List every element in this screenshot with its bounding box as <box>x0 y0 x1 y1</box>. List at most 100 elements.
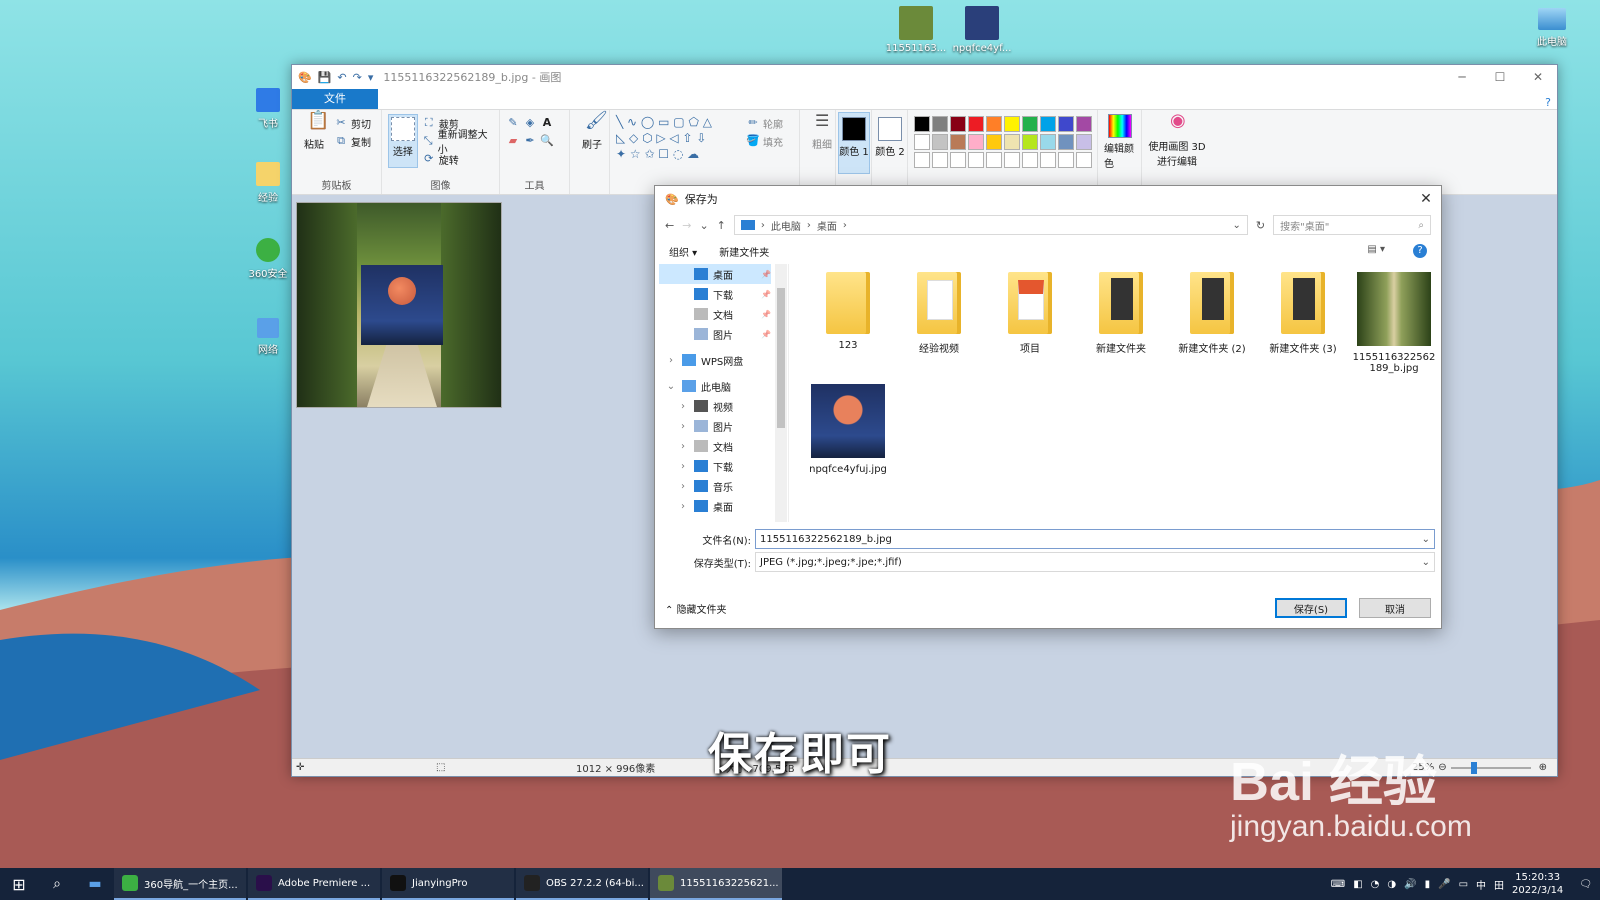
chevron-right-icon[interactable]: › <box>677 501 689 512</box>
palette-swatch[interactable] <box>1058 116 1074 132</box>
maximize-button[interactable]: ☐ <box>1481 70 1519 84</box>
magnifier-icon[interactable]: 🔍 <box>540 134 554 148</box>
file-item[interactable]: 项目 <box>987 272 1073 355</box>
color-picker-icon[interactable]: ✒ <box>523 134 537 148</box>
pin-icon[interactable]: 📌 <box>761 310 771 319</box>
tree-item[interactable]: 文档 📌 <box>659 304 771 324</box>
fill-button[interactable]: 🪣 填充 <box>746 132 783 150</box>
chevron-right-icon[interactable]: › <box>677 401 689 412</box>
minimize-button[interactable]: ─ <box>1443 70 1481 84</box>
keyboard-icon[interactable]: ⌨ <box>1331 879 1345 890</box>
forward-icon[interactable]: → <box>682 219 691 232</box>
palette-swatch[interactable] <box>950 152 966 168</box>
breadcrumb-this-pc[interactable]: 此电脑 <box>771 218 801 233</box>
canvas-image[interactable] <box>296 202 502 408</box>
color2-button[interactable]: 颜色 2 <box>872 110 908 194</box>
palette-swatch[interactable] <box>986 116 1002 132</box>
palette-swatch[interactable] <box>1004 134 1020 150</box>
palette-swatch[interactable] <box>1076 116 1092 132</box>
ime-indicator[interactable]: 中 <box>1476 877 1486 892</box>
file-item[interactable]: npqfce4yfuj.jpg <box>805 384 891 475</box>
palette-swatch[interactable] <box>1022 152 1038 168</box>
file-item[interactable]: 123 <box>805 272 891 351</box>
ime-mode-icon[interactable]: 田 <box>1494 877 1504 892</box>
palette-swatch[interactable] <box>1040 152 1056 168</box>
file-item[interactable]: 1155116322562189_b.jpg <box>1351 272 1437 374</box>
new-folder-button[interactable]: 新建文件夹 <box>719 244 769 259</box>
taskbar-app[interactable]: OBS 27.2.2 (64-bi... <box>516 868 648 900</box>
search-icon[interactable]: ⌕ <box>38 876 76 892</box>
organize-button[interactable]: 组织 ▾ <box>669 244 697 259</box>
tree-item[interactable]: ⌄ 此电脑 <box>659 376 771 396</box>
palette-swatch[interactable] <box>968 116 984 132</box>
up-icon[interactable]: ↑ <box>717 219 726 232</box>
hide-folders-toggle[interactable]: ⌃ 隐藏文件夹 <box>665 601 727 616</box>
chevron-right-icon[interactable]: › <box>677 441 689 452</box>
copy-button[interactable]: ⧉ 复制 <box>334 132 371 150</box>
save-button[interactable]: 保存(S) <box>1275 598 1347 618</box>
brush-button[interactable]: 🖌 刷子 <box>570 110 610 194</box>
clock[interactable]: 15:20:33 2022/3/14 <box>1512 871 1563 897</box>
tree-item[interactable]: › 图片 <box>659 416 771 436</box>
tree-item[interactable]: › 视频 <box>659 396 771 416</box>
eraser-icon[interactable]: ▰ <box>506 134 520 148</box>
network-tray-icon[interactable]: ◔ <box>1371 879 1380 890</box>
taskbar-app[interactable]: 11551163225621... <box>650 868 782 900</box>
palette-swatch[interactable] <box>986 134 1002 150</box>
palette-swatch[interactable] <box>1022 116 1038 132</box>
palette-swatch[interactable] <box>968 152 984 168</box>
undo-icon[interactable]: ↶ <box>337 71 346 84</box>
palette-swatch[interactable] <box>1076 152 1092 168</box>
desktop-file-moon[interactable]: npqfce4yf... <box>950 6 1014 54</box>
palette-swatch[interactable] <box>1004 116 1020 132</box>
help-icon[interactable]: ? <box>1545 96 1551 109</box>
tree-scrollbar[interactable] <box>775 264 787 522</box>
palette-swatch[interactable] <box>1058 152 1074 168</box>
cancel-button[interactable]: 取消 <box>1359 598 1431 618</box>
tab-file[interactable]: 文件 <box>292 89 378 109</box>
file-item[interactable]: 经验视频 <box>896 272 982 355</box>
file-item[interactable]: 新建文件夹 <box>1078 272 1164 355</box>
palette-swatch[interactable] <box>1040 134 1056 150</box>
volume-icon[interactable]: 🔊 <box>1404 879 1416 890</box>
palette-swatch[interactable] <box>986 152 1002 168</box>
palette-swatch[interactable] <box>914 116 930 132</box>
tray-app-icon[interactable]: ◧ <box>1353 879 1362 890</box>
desktop-360[interactable]: 360安全 <box>248 238 288 280</box>
filename-input[interactable]: 1155116322562189_b.jpg ⌄ <box>755 529 1435 549</box>
palette-swatch[interactable] <box>1076 134 1092 150</box>
chevron-down-icon[interactable]: ⌄ <box>665 381 677 392</box>
tree-item[interactable]: 图片 📌 <box>659 324 771 344</box>
tree-item[interactable]: › 音乐 <box>659 476 771 496</box>
back-icon[interactable]: ← <box>665 219 674 232</box>
edit-colors-button[interactable]: 编辑颜色 <box>1098 110 1142 194</box>
taskbar-app[interactable]: 360导航_一个主页... <box>114 868 246 900</box>
chevron-right-icon[interactable]: › <box>677 461 689 472</box>
palette-swatch[interactable] <box>950 116 966 132</box>
pin-icon[interactable]: 📌 <box>761 290 771 299</box>
recent-dropdown-icon[interactable]: ⌄ <box>699 219 708 232</box>
size-button[interactable]: ☰ 粗细 <box>800 110 836 194</box>
palette-swatch[interactable] <box>1058 134 1074 150</box>
paint3d-button[interactable]: ◉ 使用画图 3D 进行编辑 <box>1142 110 1212 194</box>
color1-button[interactable]: 颜色 1 <box>836 110 872 194</box>
taskbar-app[interactable]: Adobe Premiere ... <box>248 868 380 900</box>
desktop-feishu[interactable]: 飞书 <box>248 88 288 130</box>
notification-icon[interactable]: 🗨 <box>1579 879 1592 890</box>
view-options-icon[interactable]: ▤ ▾ <box>1367 244 1385 258</box>
chevron-down-icon[interactable]: ⌄ <box>1422 534 1430 545</box>
address-bar[interactable]: › 此电脑 › 桌面 › ⌄ <box>733 215 1248 235</box>
address-dropdown-icon[interactable]: ⌄ <box>1232 220 1240 231</box>
paste-button[interactable]: 📋 粘贴 <box>298 112 330 152</box>
tree-item[interactable]: › WPS网盘 <box>659 350 771 370</box>
file-item[interactable]: 新建文件夹 (2) <box>1169 272 1255 355</box>
pencil-icon[interactable]: ✎ <box>506 116 520 130</box>
resize-button[interactable]: ⤡ 重新调整大小 <box>422 130 493 156</box>
battery-icon[interactable]: ▮ <box>1425 879 1431 890</box>
redo-icon[interactable]: ↷ <box>353 71 362 84</box>
palette-swatch[interactable] <box>932 116 948 132</box>
tree-scrollbar-thumb[interactable] <box>777 288 785 428</box>
taskbar-app[interactable]: JianyingPro <box>382 868 514 900</box>
desktop-file-forest[interactable]: 11551163... <box>884 6 948 54</box>
chevron-down-icon[interactable]: ⌄ <box>1422 557 1430 568</box>
